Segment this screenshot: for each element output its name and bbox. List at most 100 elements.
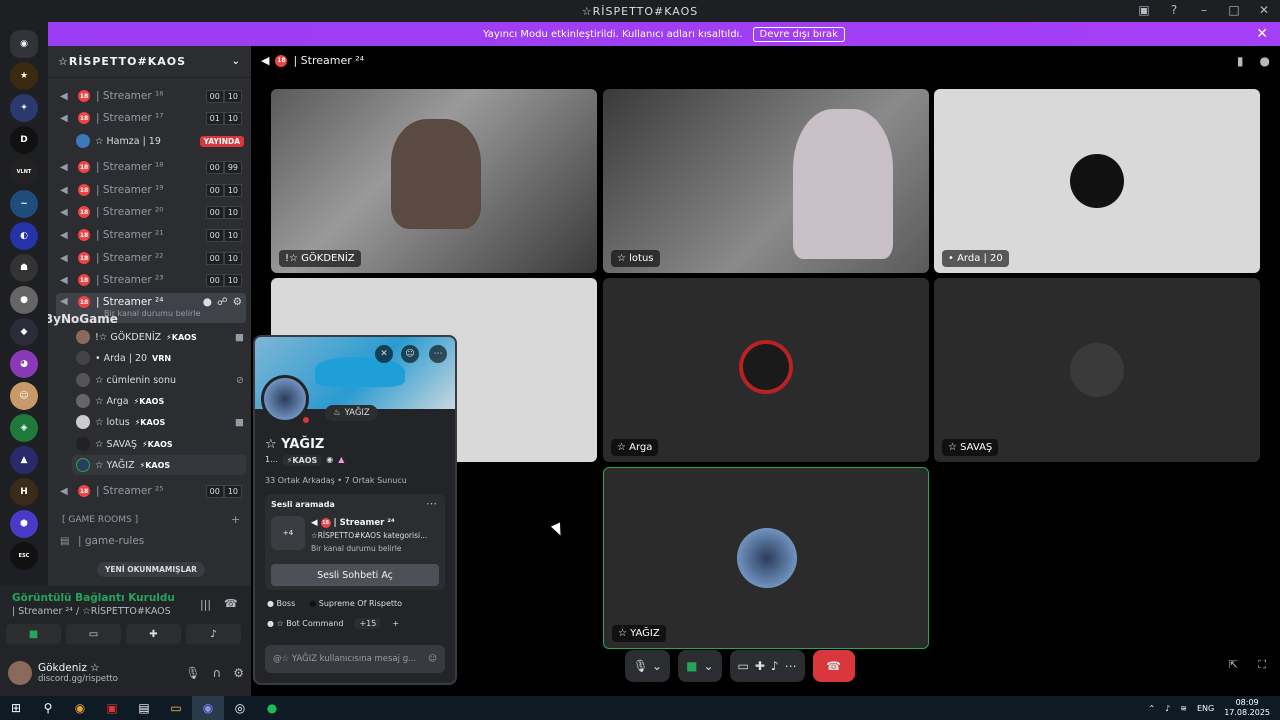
help-icon[interactable]: ? [1166, 2, 1182, 18]
end-call-button[interactable]: ☎ [812, 650, 855, 682]
add-friend-icon[interactable]: ☺ [401, 345, 419, 363]
activity-button[interactable]: ✚ [126, 624, 181, 644]
role-pill[interactable]: ● Supreme Of Rispetto [309, 599, 402, 608]
camera-button[interactable]: ■ [6, 624, 61, 644]
windows-start-icon[interactable]: ⊞ [0, 696, 32, 720]
more-roles[interactable]: +15 [355, 618, 381, 629]
bookmark-icon[interactable]: ▮ [1237, 54, 1244, 68]
screen-share-button[interactable]: ▭ [66, 624, 121, 644]
voice-channel[interactable]: ◀ 18 | Streamer ¹⁷ 01 10 [56, 108, 246, 128]
server-icon[interactable]: ◐ [10, 222, 38, 250]
voice-member-selected[interactable]: ☆ YAĞIZ ⚡KAOS [72, 455, 246, 475]
server-icon[interactable]: H [10, 478, 38, 506]
chat-icon[interactable]: ● [203, 296, 212, 308]
block-icon[interactable]: ✕ [375, 345, 393, 363]
popout-icon[interactable]: ⇱ [1229, 658, 1238, 671]
voice-member[interactable]: !☆ GÖKDENİZ ⚡KAOS ■ [76, 327, 244, 347]
server-icon[interactable]: ~ [10, 190, 38, 218]
chevron-up-icon[interactable]: ⌃ [1148, 704, 1155, 713]
avatar-tile-speaking[interactable]: ☆ YAĞIZ [603, 467, 929, 649]
chrome-icon[interactable]: ◉ [64, 696, 96, 720]
language-indicator[interactable]: ENG [1197, 704, 1214, 713]
server-icon[interactable]: ▲ [10, 446, 38, 474]
voice-member[interactable]: ☆ Arga ⚡KAOS [76, 391, 244, 411]
text-channel[interactable]: ▤ | game-rules [56, 531, 246, 551]
category-header[interactable]: [ GAME ROOMS ] [62, 515, 138, 525]
voice-member[interactable]: ☆ SAVAŞ ⚡KAOS [76, 434, 244, 454]
close-window-icon[interactable]: ✕ [1256, 2, 1272, 18]
nitro-badge-icon[interactable]: ▲ [338, 455, 344, 466]
voice-member[interactable]: ☆ cümlenin sonu ⊘ [76, 370, 244, 390]
role-pill[interactable]: ● ☆ Bot Command [267, 619, 343, 628]
connection-channel[interactable]: | Streamer ²⁴ / ☆RİSPETTO#KAOS [12, 606, 171, 617]
invite-icon[interactable]: ☍ [217, 296, 228, 308]
connection-status[interactable]: Görüntülü Bağlantı Kuruldu [12, 592, 175, 604]
soundboard-icon[interactable]: ♪ [771, 659, 779, 673]
server-icon[interactable]: ◈ [10, 414, 38, 442]
voice-channel[interactable]: ◀ 18 | Streamer ²² 00 10 [56, 248, 246, 268]
avatar-tile[interactable]: • Arda | 20 [934, 89, 1260, 273]
gear-icon[interactable]: ⚙ [233, 296, 242, 308]
emoji-icon[interactable]: ☺ [428, 654, 437, 664]
microphone-button[interactable]: 🎙 ⌄ [625, 650, 671, 682]
server-icon[interactable]: VLNT [10, 158, 38, 186]
spotify-icon[interactable]: ● [256, 696, 288, 720]
server-icon[interactable]: ◕ [10, 350, 38, 378]
file-explorer-icon[interactable]: ▭ [160, 696, 192, 720]
server-icon[interactable]: D [10, 126, 38, 154]
minimize-icon[interactable]: – [1196, 2, 1212, 18]
current-user[interactable]: Gökdeniz ☆ discord.gg/rispetto 🎙 ∩ ⚙ [8, 656, 244, 690]
server-icon[interactable]: ☺ [10, 382, 38, 410]
voice-member[interactable]: ☆ lotus ⚡KAOS ■ [76, 412, 244, 432]
channel-status[interactable]: Bir kanal durumu belirle [104, 309, 200, 318]
add-channel-icon[interactable]: + [231, 513, 240, 526]
server-icon[interactable]: ◆ [10, 318, 38, 346]
microphone-icon[interactable]: 🎙 [185, 666, 200, 680]
server-icon[interactable]: ESC [10, 542, 38, 570]
open-voice-chat-button[interactable]: Sesli Sohbeti Aç [271, 564, 439, 586]
voice-channel[interactable]: ◀ 18 | Streamer ¹⁶ 00 10 [56, 86, 246, 106]
voicemeeter-icon[interactable]: ▣ [96, 696, 128, 720]
screen-share-icon[interactable]: ▭ [738, 659, 749, 673]
voice-channel[interactable]: ◀ 18 | Streamer ²¹ 00 10 [56, 225, 246, 245]
voice-channel[interactable]: ◀ 18 | Streamer ¹⁸ 00 99 [56, 157, 246, 177]
badge-icon[interactable]: ◉ [326, 455, 333, 466]
voice-channel[interactable]: ◀ 18 | Streamer ²⁵ 00 10 [56, 481, 246, 501]
obs-icon[interactable]: ◎ [224, 696, 256, 720]
close-banner-icon[interactable]: ✕ [1256, 26, 1268, 42]
camera-button[interactable]: ■ ⌄ [678, 650, 722, 682]
chat-icon[interactable]: ● [1260, 54, 1270, 68]
more-icon[interactable]: ⋯ [429, 345, 447, 363]
video-tile[interactable]: !☆ GÖKDENİZ [271, 89, 597, 273]
search-icon[interactable]: ⚲ [32, 696, 64, 720]
avatar-tile[interactable]: ☆ SAVAŞ [934, 278, 1260, 462]
discord-icon[interactable]: ◉ [192, 696, 224, 720]
volume-icon[interactable]: ♪ [1165, 704, 1170, 713]
clock[interactable]: 08:09 17.08.2025 [1224, 698, 1270, 718]
disable-streamer-mode-button[interactable]: Devre dışı bırak [752, 26, 845, 42]
add-role-icon[interactable]: + [392, 619, 399, 628]
server-icon[interactable]: ★ [10, 62, 38, 90]
mutuals[interactable]: 33 Ortak Arkadaş • 7 Ortak Sunucu [265, 476, 407, 485]
server-icon[interactable]: ● [10, 286, 38, 314]
more-icon[interactable]: ⋯ [426, 497, 437, 510]
more-icon[interactable]: ⋯ [785, 659, 797, 673]
unread-pill[interactable]: YENİ OKUNMAMIŞLAR [97, 562, 205, 577]
fullscreen-icon[interactable]: ⛶ [1258, 658, 1266, 672]
message-input[interactable]: @☆ YAĞIZ kullanıcısına mesaj g... ☺ [265, 645, 445, 673]
server-icon[interactable]: ☗ [10, 254, 38, 282]
server-header[interactable]: ☆RİSPETTO#KAOS ⌄ [48, 46, 251, 78]
maximize-icon[interactable]: □ [1226, 2, 1242, 18]
server-icon[interactable]: ⬢ [10, 510, 38, 538]
clan-tag[interactable]: ⚡KAOS [282, 455, 322, 466]
app-icon[interactable]: ▤ [128, 696, 160, 720]
avatar-tile[interactable]: ☆ Arga [603, 278, 929, 462]
inbox-icon[interactable]: ▣ [1136, 2, 1152, 18]
headphones-icon[interactable]: ∩ [212, 666, 221, 680]
voice-member[interactable]: ☆ Hamza | 19 YAYINDA [76, 131, 244, 151]
role-pill[interactable]: ● Boss [267, 599, 295, 608]
video-tile[interactable]: ☆ lotus [603, 89, 929, 273]
noise-icon[interactable]: ||| [200, 598, 211, 611]
discord-home-icon[interactable]: ◉ [10, 30, 38, 58]
disconnect-icon[interactable]: ☎ [224, 597, 238, 610]
